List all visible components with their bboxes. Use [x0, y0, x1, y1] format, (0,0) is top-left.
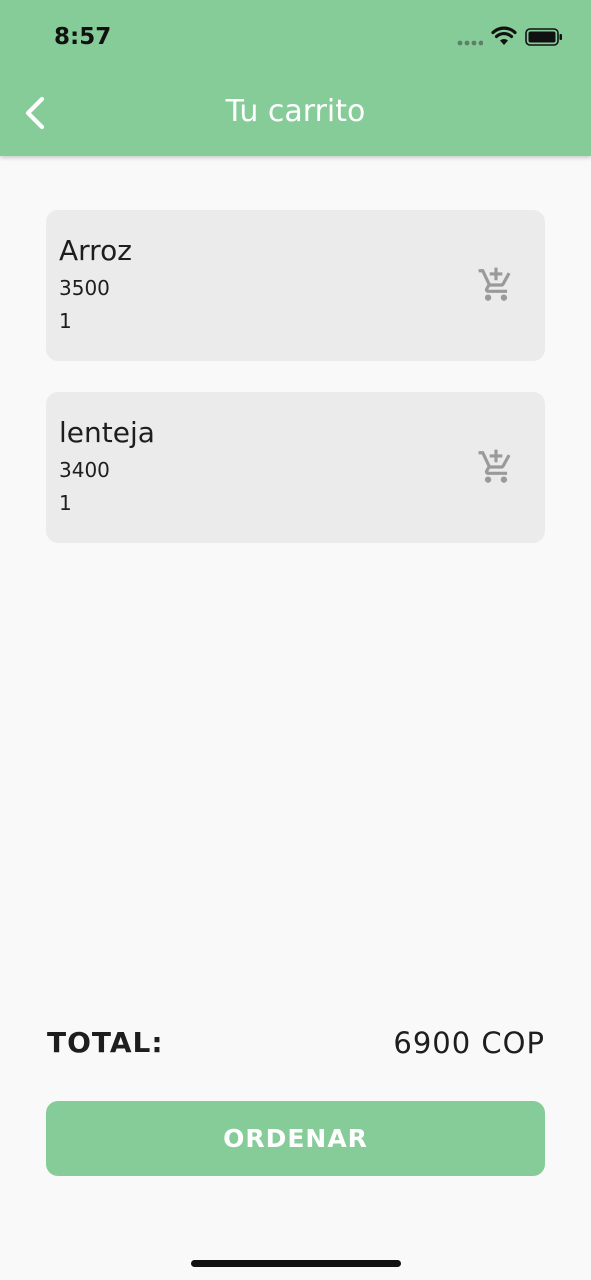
cart-item-card: Arroz 3500 1	[46, 210, 545, 361]
order-button[interactable]: ORDENAR	[46, 1101, 545, 1176]
item-price: 3400	[59, 458, 110, 482]
battery-icon	[525, 28, 562, 46]
status-time: 8:57	[54, 24, 112, 50]
page-title: Tu carrito	[225, 94, 366, 129]
signal-dots-icon	[457, 40, 483, 46]
cart-item-card: lenteja 3400 1	[46, 392, 545, 543]
add-shopping-cart-icon[interactable]	[477, 266, 515, 304]
wifi-icon	[491, 26, 517, 45]
cart-item-list: Arroz 3500 1 lenteja 3400 1	[46, 210, 545, 574]
item-quantity: 1	[59, 491, 72, 515]
home-indicator	[191, 1260, 401, 1267]
item-name: lenteja	[59, 416, 155, 449]
total-label: TOTAL:	[47, 1026, 164, 1059]
add-shopping-cart-icon[interactable]	[477, 448, 515, 486]
item-price: 3500	[59, 276, 110, 300]
total-value: 6900 COP	[393, 1026, 545, 1060]
item-name: Arroz	[59, 234, 132, 267]
app-bar: 8:57 Tu carrito	[0, 0, 591, 156]
item-quantity: 1	[59, 309, 72, 333]
